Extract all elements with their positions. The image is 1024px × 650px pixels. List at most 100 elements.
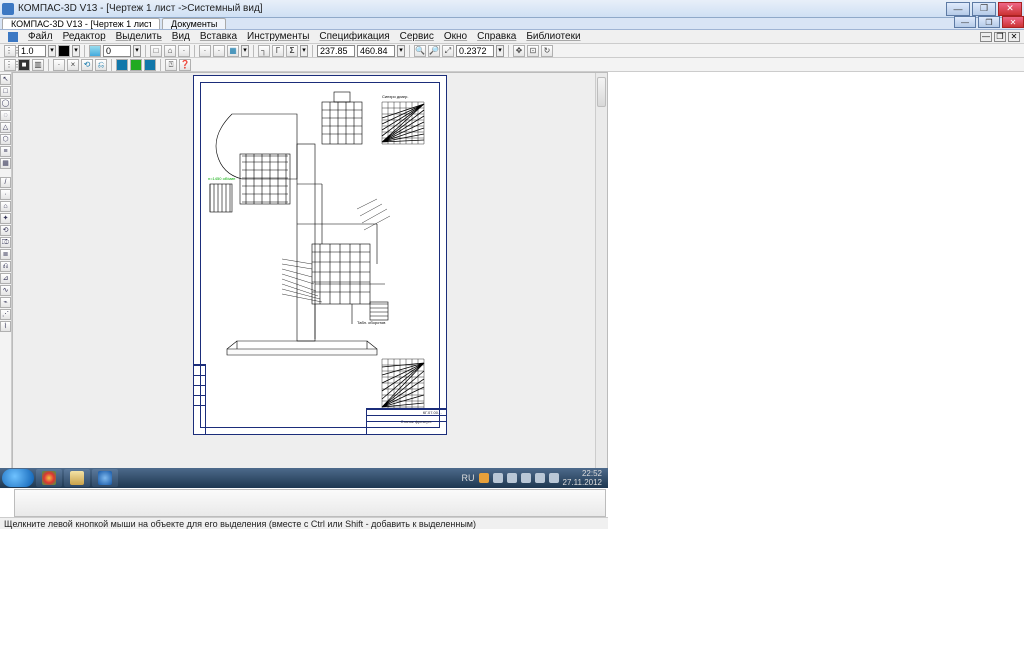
bg-tab-active[interactable]: КОМПАС-3D V13 - [Чертеж 1 лист ->Системн… (2, 18, 160, 29)
sigma-dd[interactable]: ▾ (300, 45, 308, 57)
tb-ico-3[interactable]: · (199, 45, 211, 57)
bg-max[interactable]: ❐ (978, 16, 1000, 28)
lt-5[interactable]: ⬡ (0, 134, 11, 145)
tb2-0[interactable]: ■ (18, 59, 30, 71)
mdi-sys-icon[interactable] (8, 32, 18, 42)
lt-1[interactable]: □ (0, 86, 11, 97)
zoom-out-icon[interactable]: 🔎 (428, 45, 440, 57)
lt-9[interactable]: · (0, 189, 11, 200)
line-color-btn[interactable] (58, 45, 70, 57)
layer-input[interactable] (103, 45, 131, 57)
window-close-button[interactable]: ✕ (998, 2, 1022, 16)
layer-btn[interactable] (89, 45, 101, 57)
tb2-redo-icon[interactable]: ⎌ (95, 59, 107, 71)
vertical-scrollbar[interactable] (595, 73, 607, 474)
lt-12[interactable]: ⟲ (0, 225, 11, 236)
taskbar-clock[interactable]: 22:52 27.11.2012 (563, 469, 602, 487)
tb-ico-snap[interactable]: Γ (272, 45, 284, 57)
menu-service[interactable]: Сервис (396, 31, 438, 42)
grip-icon[interactable]: ⋮⋮ (4, 45, 16, 57)
lt-6[interactable]: ≡ (0, 146, 11, 157)
lt-13[interactable]: ⎄ (0, 237, 11, 248)
menu-libraries[interactable]: Библиотеки (522, 31, 584, 42)
coord-y-input[interactable] (357, 45, 395, 57)
tray-flag-icon[interactable] (535, 473, 545, 483)
lt-11[interactable]: ✦ (0, 213, 11, 224)
mdi-min[interactable]: — (980, 32, 992, 42)
bg-close[interactable]: ✕ (1002, 16, 1024, 28)
lt-8[interactable]: / (0, 177, 11, 188)
menu-file[interactable]: Файл (24, 31, 57, 42)
tb-ico-sigma[interactable]: Σ (286, 45, 298, 57)
tray-volume-icon[interactable] (549, 473, 559, 483)
lt-10[interactable]: ⌂ (0, 201, 11, 212)
tb2-6[interactable] (116, 59, 128, 71)
pan-icon[interactable]: ✥ (513, 45, 525, 57)
tb2-2[interactable]: · (53, 59, 65, 71)
redraw-icon[interactable]: ↻ (541, 45, 553, 57)
menu-tools[interactable]: Инструменты (243, 31, 313, 42)
task-chrome[interactable] (36, 469, 62, 487)
tb2-whatsthis-icon[interactable]: ❓ (179, 59, 191, 71)
menu-insert[interactable]: Вставка (196, 31, 241, 42)
bg-tab-secondary[interactable]: Документы (162, 18, 226, 29)
coord-x-input[interactable] (317, 45, 355, 57)
lt-16[interactable]: ⊿ (0, 273, 11, 284)
tb2-8[interactable] (144, 59, 156, 71)
menu-window[interactable]: Окно (440, 31, 471, 42)
lt-2[interactable]: ◯ (0, 98, 11, 109)
lt-15[interactable]: ⎌ (0, 261, 11, 272)
tb-ico-2[interactable]: · (178, 45, 190, 57)
coord-dd[interactable]: ▾ (397, 45, 405, 57)
lt-14[interactable]: ≣ (0, 249, 11, 260)
lt-4[interactable]: △ (0, 122, 11, 133)
lt-3[interactable]: ◌ (0, 110, 11, 121)
lt-7[interactable]: ▦ (0, 158, 11, 169)
tb2-7[interactable] (130, 59, 142, 71)
tb-ico-0[interactable]: □ (150, 45, 162, 57)
window-minimize-button[interactable]: — (946, 2, 970, 16)
mdi-close[interactable]: ✕ (1008, 32, 1020, 42)
zoom-dd[interactable]: ▾ (496, 45, 504, 57)
tray-icon-3[interactable] (507, 473, 517, 483)
tray-icon-1[interactable] (479, 473, 489, 483)
layer-dd[interactable]: ▾ (133, 45, 141, 57)
zoom-whole-icon[interactable]: ⊡ (527, 45, 539, 57)
zoom-input[interactable] (456, 45, 494, 57)
v-scroll-thumb[interactable] (597, 77, 606, 107)
tb-ico-1[interactable]: ⌂ (164, 45, 176, 57)
task-explorer[interactable] (64, 469, 90, 487)
line-color-dd[interactable]: ▾ (72, 45, 80, 57)
zoom-in-icon[interactable]: 🔍 (414, 45, 426, 57)
zoom-fit-icon[interactable]: ⤢ (442, 45, 454, 57)
start-button[interactable] (2, 469, 34, 487)
tray-network-icon[interactable] (521, 473, 531, 483)
tb-ico-ortho[interactable]: ┐ (258, 45, 270, 57)
tb2-3[interactable]: × (67, 59, 79, 71)
lt-18[interactable]: ⌁ (0, 297, 11, 308)
menu-view[interactable]: Вид (168, 31, 194, 42)
tb-ico-grid[interactable]: ▦ (227, 45, 239, 57)
grid-dd[interactable]: ▾ (241, 45, 249, 57)
lang-indicator[interactable]: RU (462, 473, 475, 483)
menu-editor[interactable]: Редактор (59, 31, 110, 42)
mdi-restore[interactable]: ❐ (994, 32, 1006, 42)
line-dd[interactable]: ▾ (48, 45, 56, 57)
tb2-help-icon[interactable]: ⍰ (165, 59, 177, 71)
menu-select[interactable]: Выделить (112, 31, 166, 42)
tb2-1[interactable]: ▥ (32, 59, 44, 71)
menu-help[interactable]: Справка (473, 31, 520, 42)
tb2-undo-icon[interactable]: ⟲ (81, 59, 93, 71)
drawing-canvas[interactable]: Синхро диагр. Табл. оборотов n=1450 об/м… (12, 72, 608, 487)
menu-spec[interactable]: Спецификация (315, 31, 393, 42)
tray-icon-2[interactable] (493, 473, 503, 483)
lt-19[interactable]: ⋰ (0, 309, 11, 320)
lt-0[interactable]: ↖ (0, 74, 11, 85)
lt-20[interactable]: ⌇ (0, 321, 11, 332)
line-style-input[interactable] (18, 45, 46, 57)
lt-17[interactable]: ∿ (0, 285, 11, 296)
tb-ico-4[interactable]: · (213, 45, 225, 57)
task-kompas[interactable] (92, 469, 118, 487)
grip2-icon[interactable]: ⋮⋮ (4, 59, 16, 71)
bg-min[interactable]: — (954, 16, 976, 28)
